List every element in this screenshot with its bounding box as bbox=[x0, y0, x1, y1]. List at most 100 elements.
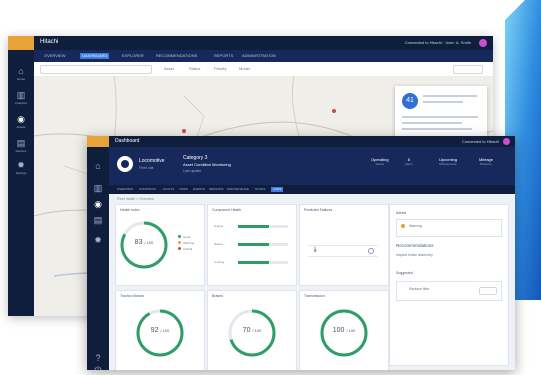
thermometer-icon: 🌡 bbox=[312, 247, 319, 253]
back-user-info: Connected to Hitachi · User: A. Smith bbox=[404, 40, 471, 45]
asset-header: Locomotive Fleet unit Category 3 Asset C… bbox=[109, 147, 515, 185]
legend-dot bbox=[178, 235, 181, 238]
bar-track bbox=[238, 261, 288, 264]
popup-line bbox=[402, 128, 472, 130]
grid-icon[interactable]: ▤ bbox=[93, 215, 103, 225]
front-avatar[interactable] bbox=[503, 138, 510, 145]
tab-notes[interactable]: NOTES bbox=[255, 187, 265, 192]
asset-name: Locomotive bbox=[139, 158, 165, 164]
card-title: Health Index bbox=[120, 208, 140, 212]
back-tab-administration[interactable]: ADMINISTRATION bbox=[242, 53, 276, 59]
header-title: Category 3 bbox=[183, 155, 208, 161]
logout-icon[interactable]: ⏻ bbox=[93, 365, 103, 370]
tab-logs[interactable]: LOGS bbox=[271, 187, 284, 192]
legend-critical-label: Critical bbox=[183, 247, 193, 251]
asset-sub: Fleet unit bbox=[139, 166, 154, 170]
popup-line bbox=[402, 122, 462, 124]
filter-priority[interactable]: Priority bbox=[214, 66, 226, 71]
tab-trips[interactable]: TRIPS bbox=[179, 187, 188, 192]
suggested-item-label: Replace filter bbox=[409, 287, 430, 291]
legend-dot bbox=[178, 247, 181, 250]
bar-fill bbox=[238, 243, 269, 246]
home-icon[interactable]: ⌂ bbox=[93, 161, 103, 171]
filter-status[interactable]: Status bbox=[189, 66, 200, 71]
component-bar-row: Engine bbox=[214, 224, 290, 228]
stat-alerts: 8 Alerts bbox=[405, 157, 413, 166]
tab-overview[interactable]: OVERVIEW bbox=[117, 187, 133, 192]
back-titlebar: Hitachi Connected to Hitachi · User: A. … bbox=[8, 36, 493, 50]
back-tab-reports[interactable]: REPORTS bbox=[214, 53, 233, 59]
card-transmission: Transmission 100 / 100 bbox=[299, 290, 389, 370]
front-titlebar: Dashboard Connected to Hitachi bbox=[87, 136, 515, 147]
popup-line bbox=[423, 95, 477, 97]
tab-events[interactable]: EVENTS bbox=[193, 187, 205, 192]
help-icon[interactable]: ? bbox=[93, 353, 103, 363]
filter-model[interactable]: Model bbox=[239, 66, 250, 71]
info-icon[interactable] bbox=[368, 248, 374, 254]
back-logo bbox=[8, 36, 34, 50]
tab-condition[interactable]: CONDITION bbox=[139, 187, 156, 192]
card-brakes: Brakes 70 / 100 bbox=[207, 290, 297, 370]
suggested-title: Suggested bbox=[396, 271, 413, 275]
failure-item[interactable]: 🌡 bbox=[308, 245, 378, 257]
chart-icon[interactable]: ▥ bbox=[93, 183, 103, 193]
settings-icon[interactable]: ✹ bbox=[16, 160, 26, 170]
back-avatar[interactable] bbox=[479, 39, 487, 47]
front-sidebar: ⌂ ▥ ◉ ▤ ✹ ? ⏻ bbox=[87, 147, 109, 370]
bar-label: Brakes bbox=[214, 242, 224, 246]
component-bar-row: Brakes bbox=[214, 242, 290, 246]
card-title: Component Health bbox=[212, 208, 242, 212]
grid-icon[interactable]: ▤ bbox=[16, 138, 26, 148]
brakes-unit: / 100 bbox=[252, 328, 262, 333]
back-nav-tabs: OVERVIEW DASHBOARD EXPLORER RECOMMENDATI… bbox=[34, 50, 493, 62]
header-subtitle: Asset Condition Monitoring bbox=[183, 162, 231, 167]
tab-sensors[interactable]: SENSORS bbox=[209, 187, 224, 192]
bar-fill bbox=[238, 261, 269, 264]
legend-warning: Warning bbox=[178, 241, 194, 245]
back-sidebar: ⌂ Home ▥ Analytics ◉ Assets ▤ Devices ✹ … bbox=[8, 50, 34, 316]
back-tab-overview[interactable]: OVERVIEW bbox=[44, 53, 66, 59]
back-tab-dashboard[interactable]: DASHBOARD bbox=[80, 53, 110, 59]
front-window: Dashboard Connected to Hitachi ⌂ ▥ ◉ ▤ ✹… bbox=[87, 136, 515, 370]
brakes-value: 70 / 100 bbox=[208, 327, 296, 334]
home-icon[interactable]: ⌂ bbox=[16, 66, 26, 76]
asset-icon[interactable]: ◉ bbox=[93, 199, 103, 209]
back-search-input[interactable] bbox=[40, 65, 152, 74]
recommendations-title: Recommendations bbox=[396, 243, 434, 248]
transmission-number: 100 bbox=[332, 327, 345, 334]
action-button[interactable] bbox=[479, 287, 497, 295]
back-tab-explorer[interactable]: EXPLORER bbox=[122, 53, 144, 59]
alerts-panel-title: Alerts bbox=[396, 210, 407, 215]
bar-fill bbox=[238, 225, 269, 228]
back-filter-button[interactable] bbox=[453, 65, 483, 74]
alerts-panel: Alerts Warning Recommendations Inspect b… bbox=[389, 204, 509, 366]
front-tabs: OVERVIEW CONDITION FAULTS TRIPS EVENTS S… bbox=[109, 185, 515, 194]
sidebar-label-settings: Settings bbox=[15, 171, 27, 175]
asset-icon[interactable]: ◉ bbox=[16, 114, 26, 124]
bar-track bbox=[238, 243, 288, 246]
back-filter-bar: Asset Status Priority Model bbox=[34, 62, 493, 77]
stat-maintenance-label: Maintenance bbox=[439, 162, 457, 166]
health-number: 83 bbox=[134, 239, 143, 246]
bar-label: Engine bbox=[214, 224, 224, 228]
card-health-index: Health Index 83 / 100 Good Warning Criti… bbox=[115, 204, 205, 286]
alert-item[interactable]: Warning bbox=[396, 219, 502, 237]
chart-icon[interactable]: ▥ bbox=[16, 90, 26, 100]
suggested-item[interactable]: Replace filter bbox=[396, 281, 502, 301]
legend-dot bbox=[178, 241, 181, 244]
filter-asset[interactable]: Asset bbox=[164, 66, 174, 71]
brakes-number: 70 bbox=[242, 327, 251, 334]
front-user-info: Connected to Hitachi bbox=[461, 139, 499, 144]
stat-distance-label: Distance bbox=[480, 162, 492, 166]
legend-good: Good bbox=[178, 235, 190, 239]
recommendations-sub: Inspect brake assembly bbox=[396, 253, 433, 257]
tab-maintenance[interactable]: MAINTENANCE bbox=[227, 187, 249, 192]
popup-line bbox=[423, 101, 463, 103]
back-tab-recommendations[interactable]: RECOMMENDATIONS bbox=[156, 53, 197, 59]
front-logo bbox=[87, 136, 109, 147]
legend-critical: Critical bbox=[178, 247, 192, 251]
traction-unit: / 100 bbox=[160, 328, 170, 333]
sidebar-label-analytics: Analytics bbox=[14, 101, 27, 105]
locomotive-icon bbox=[117, 156, 133, 172]
tab-faults[interactable]: FAULTS bbox=[163, 187, 174, 192]
